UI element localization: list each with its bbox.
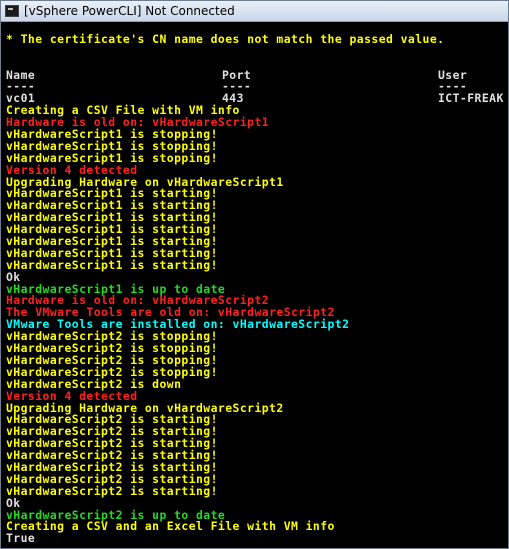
- console-icon: [5, 5, 19, 17]
- console-line: vHardwareScript1 is starting!: [6, 257, 218, 272]
- console-line: Creating a CSV and an Excel File with VM…: [6, 519, 335, 534]
- title-bar[interactable]: [vSphere PowerCLI] Not Connected: [1, 1, 508, 22]
- table-underline-row: ---- ---- ----: [6, 81, 506, 93]
- window-title: [vSphere PowerCLI] Not Connected: [24, 4, 235, 18]
- cell-user: ICT-FREAK: [438, 91, 504, 106]
- console-line: True: [6, 531, 36, 546]
- console-line: vHardwareScript2 is starting!: [6, 483, 218, 498]
- certificate-warning: * The certificate's CN name does not mat…: [6, 31, 445, 46]
- cell-name: vc01: [6, 91, 36, 106]
- cell-port: 443: [222, 91, 244, 106]
- log-lines: Creating a CSV File with VM info Hardware…: [6, 104, 506, 546]
- console-output[interactable]: * The certificate's CN name does not mat…: [6, 22, 506, 546]
- table-row: vc01 443 ICT-FREAK: [6, 91, 506, 106]
- table-header-row: Name Port User: [6, 69, 506, 82]
- powercli-window: [vSphere PowerCLI] Not Connected * The c…: [0, 0, 509, 549]
